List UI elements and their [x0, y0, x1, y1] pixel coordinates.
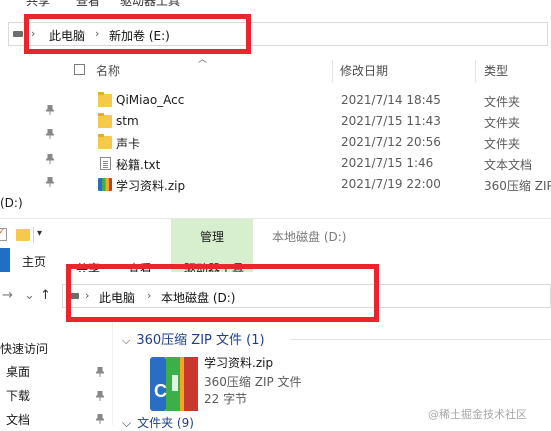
bottom-title-bar: ▾ 管理 本地磁盘 (D:) — [0, 218, 551, 249]
column-header-date[interactable]: 修改日期 — [340, 62, 388, 79]
top-address-row: › 此电脑 › 新加卷 (E:) — [0, 8, 551, 58]
bottom-navigation-row: → ⌄ ↑ › 此电脑 › 本地磁盘 (D:) — [0, 264, 551, 322]
sort-ascending-icon: ︿ — [198, 55, 208, 65]
tab-view[interactable]: 查看 — [76, 0, 100, 8]
nav-desktop[interactable]: 桌面 — [6, 363, 30, 380]
column-header-type[interactable]: 类型 — [484, 62, 508, 79]
forward-arrow-icon[interactable]: → — [2, 288, 13, 303]
window-title: 本地磁盘 (D:) — [272, 230, 347, 244]
file-type: 文件夹 — [484, 116, 521, 130]
file-date: 2021/7/14 18:45 — [341, 93, 441, 107]
toolbar-divider — [33, 227, 34, 243]
properties-check-icon[interactable] — [0, 227, 7, 241]
customize-toolbar-icon[interactable]: ▾ — [37, 228, 42, 239]
file-row[interactable]: 学习资料.zip 2021/7/19 22:00 360压缩 ZIP — [92, 175, 551, 196]
file-row[interactable]: 声卡 2021/7/12 20:56 文件夹 — [92, 133, 551, 154]
nav-drive-d-label[interactable]: (D:) — [0, 196, 23, 210]
pin-icon[interactable] — [44, 176, 56, 187]
pin-icon[interactable] — [44, 153, 56, 164]
tile-file-type: 360压缩 ZIP 文件 — [204, 375, 302, 389]
file-type: 文本文档 — [484, 158, 533, 172]
pin-icon[interactable] — [44, 128, 56, 139]
red-highlight-box — [24, 14, 251, 54]
up-arrow-icon[interactable]: ↑ — [40, 288, 51, 303]
context-tab-manage[interactable]: 管理 — [171, 219, 253, 249]
nav-documents[interactable]: 文档 — [6, 411, 30, 428]
column-divider[interactable] — [475, 60, 476, 82]
zip-file-icon — [98, 178, 112, 191]
file-name: 秘籍.txt — [116, 158, 161, 172]
new-folder-icon[interactable] — [16, 229, 30, 241]
bottom-content: 快速访问 桌面 下载 文档 ⌵ 360压缩 ZIP 文件 (1) C 学习资料.z… — [0, 322, 551, 430]
file-type: 360压缩 ZIP — [484, 179, 551, 193]
file-date: 2021/7/12 20:56 — [341, 135, 441, 149]
file-name: QiMiao_Acc — [116, 93, 185, 107]
tab-share[interactable]: 共享 — [26, 0, 50, 8]
file-date: 2021/7/19 22:00 — [341, 177, 441, 191]
drive-icon — [13, 31, 23, 37]
file-name: stm — [116, 114, 139, 128]
file-type: 文件夹 — [484, 137, 521, 151]
chevron-down-icon[interactable]: ⌵ — [122, 416, 131, 430]
pin-icon[interactable] — [94, 366, 106, 377]
zip-archive-icon[interactable]: C — [150, 355, 198, 411]
svg-text:C: C — [154, 381, 167, 401]
file-row[interactable]: 秘籍.txt 2021/7/15 1:46 文本文档 — [92, 154, 551, 175]
red-highlight-box — [66, 264, 379, 322]
group-header-label: 360压缩 ZIP 文件 (1) — [136, 333, 265, 348]
file-type: 文件夹 — [484, 95, 521, 109]
watermark: @稀土掘金技术社区 — [428, 408, 527, 421]
column-divider[interactable] — [332, 60, 333, 82]
pin-icon[interactable] — [94, 413, 106, 424]
pin-icon[interactable] — [44, 104, 56, 115]
top-navigation-pane — [0, 58, 62, 218]
context-tab-label: 管理 — [199, 230, 224, 244]
file-name: 学习资料.zip — [116, 179, 186, 193]
folder-icon — [98, 113, 112, 128]
group-divider — [290, 339, 551, 340]
folder-icon — [98, 92, 112, 107]
tile-file-name: 学习资料.zip — [204, 356, 274, 370]
top-file-list: ︿ 名称 修改日期 类型 QiMiao_Acc 2021/7/14 18:45 … — [0, 55, 551, 218]
recent-locations-icon[interactable]: ⌄ — [24, 288, 35, 303]
file-row[interactable]: stm 2021/7/15 11:43 文件夹 — [92, 112, 551, 133]
tab-drive-tools[interactable]: 驱动器工具 — [120, 0, 180, 8]
group-header-folders[interactable]: ⌵ 文件夹 (9) — [122, 414, 194, 431]
pin-icon[interactable] — [94, 390, 106, 401]
group-header-zip[interactable]: ⌵ 360压缩 ZIP 文件 (1) — [122, 329, 265, 348]
tab-file[interactable] — [0, 248, 10, 272]
select-all-checkbox[interactable] — [74, 64, 85, 75]
text-file-icon — [100, 157, 111, 170]
file-date: 2021/7/15 1:46 — [341, 156, 434, 170]
navigation-pane: 快速访问 桌面 下载 文档 — [0, 322, 113, 428]
group-header-label: 文件夹 (9) — [137, 416, 194, 430]
file-name: 声卡 — [116, 137, 141, 151]
folder-icon — [98, 134, 112, 149]
file-row[interactable]: QiMiao_Acc 2021/7/14 18:45 文件夹 — [92, 91, 551, 112]
file-date: 2021/7/15 11:43 — [341, 114, 441, 128]
nav-quick-access[interactable]: 快速访问 — [0, 340, 48, 357]
chevron-down-icon[interactable]: ⌵ — [122, 334, 130, 348]
tab-home[interactable]: 主页 — [22, 253, 46, 270]
column-header-name[interactable]: 名称 — [96, 62, 120, 79]
top-ribbon-tabs: 共享 查看 驱动器工具 — [0, 0, 551, 8]
nav-downloads[interactable]: 下载 — [6, 387, 30, 404]
tile-file-size: 22 字节 — [204, 392, 248, 406]
